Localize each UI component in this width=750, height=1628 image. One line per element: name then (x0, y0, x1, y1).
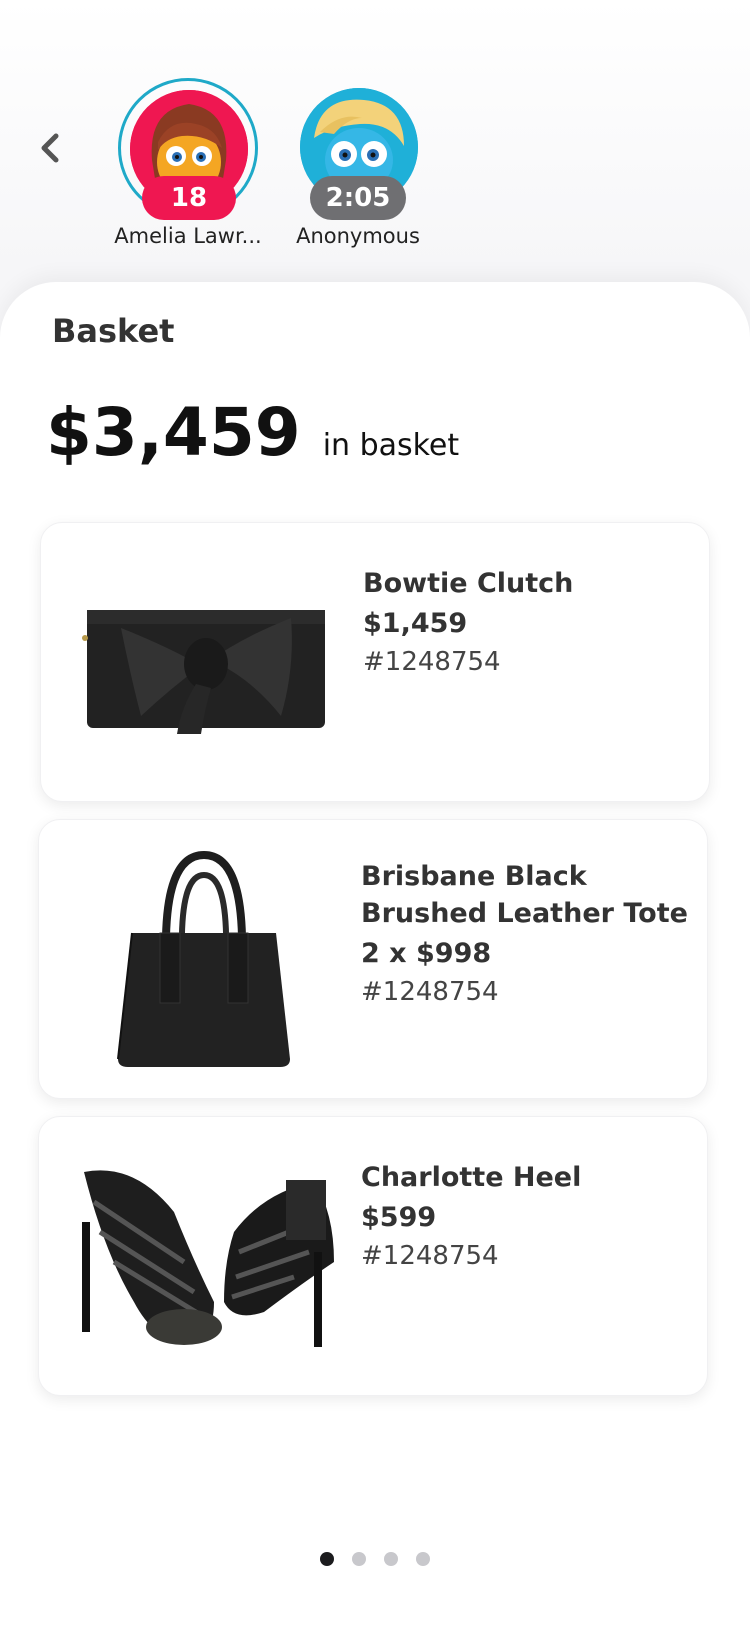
viewer-name: Amelia Lawr... (114, 224, 262, 248)
page-dot-4[interactable] (416, 1552, 430, 1566)
basket-sheet: Basket $3,459 in basket Bowtie Clutch $1… (0, 282, 750, 1628)
item-sku: #1248754 (363, 647, 501, 677)
strappy-heels-image (59, 1137, 349, 1377)
basket-screen: 18 Amelia Lawr... 2:05 Anonymous Basket (0, 0, 750, 1628)
basket-item[interactable]: Brisbane Black Brushed Leather Tote 2 x … (38, 819, 708, 1099)
total-amount: $3,459 (46, 394, 301, 471)
item-price: 2 x $998 (361, 938, 492, 969)
viewer-name: Anonymous (296, 224, 420, 248)
basket-item[interactable]: Charlotte Heel $599 #1248754 (38, 1116, 708, 1396)
page-dot-1[interactable] (320, 1552, 334, 1566)
bowtie-clutch-image (61, 543, 351, 783)
pagination-dots (0, 1552, 750, 1566)
item-price: $599 (361, 1202, 437, 1233)
item-sku: #1248754 (361, 977, 499, 1007)
status-badge: 18 (142, 176, 236, 220)
page-title: Basket (52, 312, 175, 350)
item-info: Brisbane Black Brushed Leather Tote 2 x … (361, 858, 691, 1007)
chevron-left-icon (41, 133, 59, 163)
basket-total: $3,459 in basket (46, 394, 459, 471)
basket-item[interactable]: Bowtie Clutch $1,459 #1248754 (40, 522, 710, 802)
viewer-anonymous[interactable]: 2:05 Anonymous (278, 78, 438, 268)
item-info: Charlotte Heel $599 #1248754 (361, 1159, 691, 1271)
item-info: Bowtie Clutch $1,459 #1248754 (363, 565, 693, 677)
item-price: $1,459 (363, 608, 468, 639)
leather-tote-image (59, 840, 349, 1080)
back-button[interactable] (30, 128, 70, 168)
page-dot-3[interactable] (384, 1552, 398, 1566)
item-name: Brisbane Black Brushed Leather Tote (361, 861, 688, 929)
viewer-amelia[interactable]: 18 Amelia Lawr... (108, 78, 268, 268)
item-name: Bowtie Clutch (363, 568, 574, 599)
total-suffix: in basket (322, 428, 460, 463)
item-sku: #1248754 (361, 1241, 499, 1271)
item-name: Charlotte Heel (361, 1162, 582, 1193)
page-dot-2[interactable] (352, 1552, 366, 1566)
timer-badge: 2:05 (310, 176, 406, 220)
